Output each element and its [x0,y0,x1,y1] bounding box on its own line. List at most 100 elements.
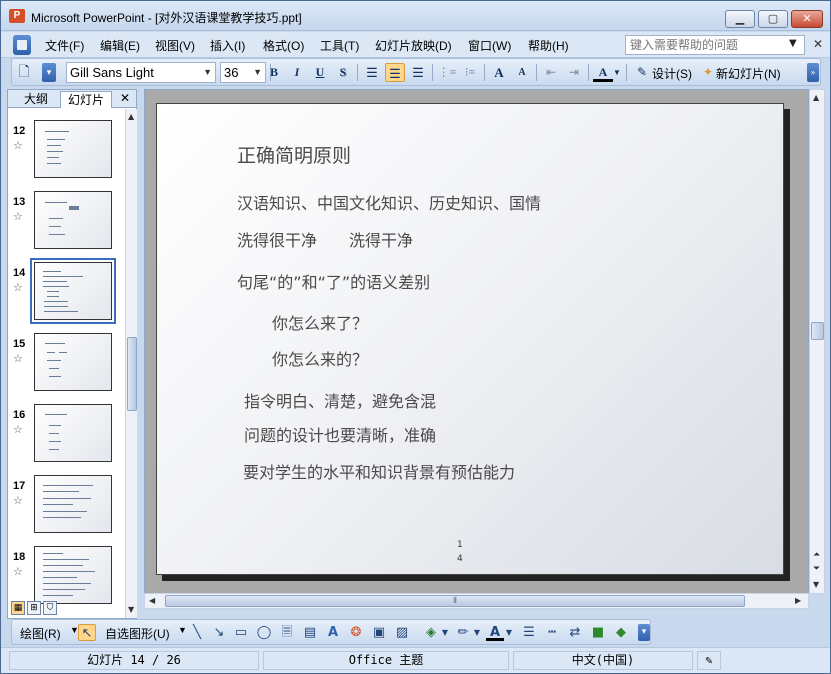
autoshapes-dropdown-icon[interactable]: ▼ [178,625,187,635]
wordart-icon[interactable]: A [324,624,342,641]
grow-font-button[interactable]: A [489,63,509,82]
close-document-button[interactable]: ✕ [813,37,823,51]
menu-help[interactable]: 帮助(H) [528,37,569,54]
clip-art-icon[interactable]: ▣ [370,624,388,641]
menu-view[interactable]: 视图(V) [155,37,195,54]
scroll-up-icon[interactable]: ▲ [128,112,134,121]
slide-text-line[interactable]: 汉语知识、中国文化知识、历史知识、国情 [237,190,541,214]
menu-slideshow[interactable]: 幻灯片放映(D) [375,37,452,54]
numbering-icon[interactable]: ⋮≡ [437,63,457,82]
align-center-icon[interactable]: ☰ [385,63,405,82]
font-color-icon[interactable]: A [486,624,504,641]
slide-sorter-view-icon[interactable]: ⊞ [27,601,41,615]
oval-tool-icon[interactable]: ◯ [255,624,273,641]
menu-edit[interactable]: 编辑(E) [100,37,140,54]
arrow-tool-icon[interactable]: ↘ [210,624,228,641]
vertical-text-box-icon[interactable]: ▤ [301,624,319,641]
draw-menu-button[interactable]: 绘图(R) [20,625,61,642]
slide-vertical-scrollbar[interactable]: ▲ ⏶ ⏷ ▼ [809,89,825,594]
tab-slides[interactable]: 幻灯片 [60,91,112,108]
scroll-left-icon[interactable]: ◀ [149,596,155,605]
shrink-font-button[interactable]: A [512,63,532,82]
scroll-up-icon[interactable]: ▲ [813,93,819,102]
scroll-thumb[interactable]: ⦀ [165,595,745,607]
line-tool-icon[interactable]: ╲ [188,624,206,641]
slide-horizontal-scrollbar[interactable]: ◀ ⦀ ▶ [144,593,809,609]
design-button[interactable]: 设计(S) [652,65,692,82]
fill-color-dropdown-icon[interactable]: ▼ [440,624,450,641]
current-slide[interactable]: 正确简明原则 汉语知识、中国文化知识、历史知识、国情 洗得很干净 洗得干净 句尾… [156,103,784,575]
font-dropdown-icon[interactable]: ▼ [203,63,212,82]
normal-view-icon[interactable]: ▦ [11,601,25,615]
slide-text-line[interactable]: 你怎么来了？ [272,310,368,334]
decrease-indent-icon[interactable]: ⇤ [541,63,561,82]
new-slide-button[interactable]: 新幻灯片(N) [716,65,781,82]
minimize-button[interactable]: ▁ [725,10,755,28]
help-dropdown-icon[interactable]: ▼ [789,38,797,49]
slide-text-line[interactable]: 问题的设计也要清晰，准确 [244,422,436,446]
slide-thumbnail-15[interactable]: 15 ☆ [8,326,124,394]
shadow-style-icon[interactable]: ■ [589,624,607,641]
slide-text-line[interactable]: 洗得很干净 洗得干净 [237,227,413,251]
align-left-icon[interactable]: ☰ [362,63,382,82]
insert-picture-icon[interactable]: ▨ [393,624,411,641]
slide-text-line[interactable]: 句尾“的”和“了”的语义差别 [237,269,430,293]
scroll-thumb[interactable] [811,322,824,340]
fill-color-icon[interactable]: ◈ [422,624,440,641]
toolbar-options-icon[interactable]: ▾ [638,624,650,641]
document-menu-icon[interactable] [13,35,31,55]
slide-text-line[interactable]: 要对学生的水平和知识背景有预估能力 [243,459,515,483]
align-right-icon[interactable]: ☰ [408,63,428,82]
italic-button[interactable]: I [287,63,307,82]
close-button[interactable]: ✕ [791,10,823,28]
slide-thumbnail-14[interactable]: 14 ☆ [8,255,124,324]
toolbar-options-icon[interactable]: ▾ [42,63,56,82]
slide-thumbnail-12[interactable]: 12 ☆ [8,113,124,181]
slide-text-line[interactable]: 指令明白、清楚，避免含混 [244,388,436,412]
next-slide-icon[interactable]: ⏷ [813,564,820,574]
slide-thumbnail-18[interactable]: 18 ☆ [8,539,124,607]
line-color-icon[interactable]: ✏ [454,624,472,641]
slideshow-view-icon[interactable]: ⛉ [43,601,57,615]
font-name-select[interactable]: Gill Sans Light ▼ [66,62,216,83]
slide-thumbnail-17[interactable]: 17 ☆ [8,468,124,536]
menu-window[interactable]: 窗口(W) [468,37,511,54]
line-style-icon[interactable]: ☰ [520,624,538,641]
slide-thumbnail-13[interactable]: 13 ☆ [8,184,124,252]
scroll-thumb[interactable] [127,337,137,411]
dash-style-icon[interactable]: ┅ [543,624,561,641]
font-color-button[interactable]: A [593,63,613,82]
size-dropdown-icon[interactable]: ▼ [253,63,262,82]
menu-file[interactable]: 文件(F) [45,37,84,54]
scroll-down-icon[interactable]: ▼ [813,580,819,589]
shadow-button[interactable]: S [333,63,353,82]
toolbar-overflow-icon[interactable]: » [807,63,819,82]
increase-indent-icon[interactable]: ⇥ [564,63,584,82]
slide-text-line[interactable]: 你怎么来的？ [272,346,368,370]
bold-button[interactable]: B [264,63,284,82]
font-color-dropdown-icon[interactable]: ▼ [504,624,514,641]
thumbnail-scrollbar[interactable]: ▲ ▼ [125,109,137,618]
slide-title[interactable]: 正确简明原则 [237,141,351,168]
tab-outline[interactable]: 大纲 [12,91,60,108]
scroll-right-icon[interactable]: ▶ [795,596,801,605]
menu-insert[interactable]: 插入(I) [210,37,245,54]
menu-tools[interactable]: 工具(T) [320,37,359,54]
3d-style-icon[interactable]: ◆ [612,624,630,641]
autoshapes-button[interactable]: 自选图形(U) [105,625,170,642]
menu-format[interactable]: 格式(O) [263,37,304,54]
underline-button[interactable]: U [310,63,330,82]
rectangle-tool-icon[interactable]: ▭ [232,624,250,641]
diagram-icon[interactable]: ❂ [347,624,365,641]
maximize-button[interactable]: ▢ [758,10,788,28]
close-pane-button[interactable]: ✕ [120,91,130,105]
line-color-dropdown-icon[interactable]: ▼ [472,624,482,641]
text-box-icon[interactable]: 🗏 [278,624,296,641]
font-size-select[interactable]: 36 ▼ [220,62,266,83]
bullets-icon[interactable]: ⁝≡ [460,63,480,82]
spelling-check-icon[interactable]: ✎ [697,651,721,670]
new-document-icon[interactable]: 🗋 [16,63,32,82]
arrow-style-icon[interactable]: ⇄ [566,624,584,641]
font-color-dropdown-icon[interactable]: ▼ [612,63,622,82]
help-search-input[interactable]: 键入需要帮助的问题 [625,35,805,55]
